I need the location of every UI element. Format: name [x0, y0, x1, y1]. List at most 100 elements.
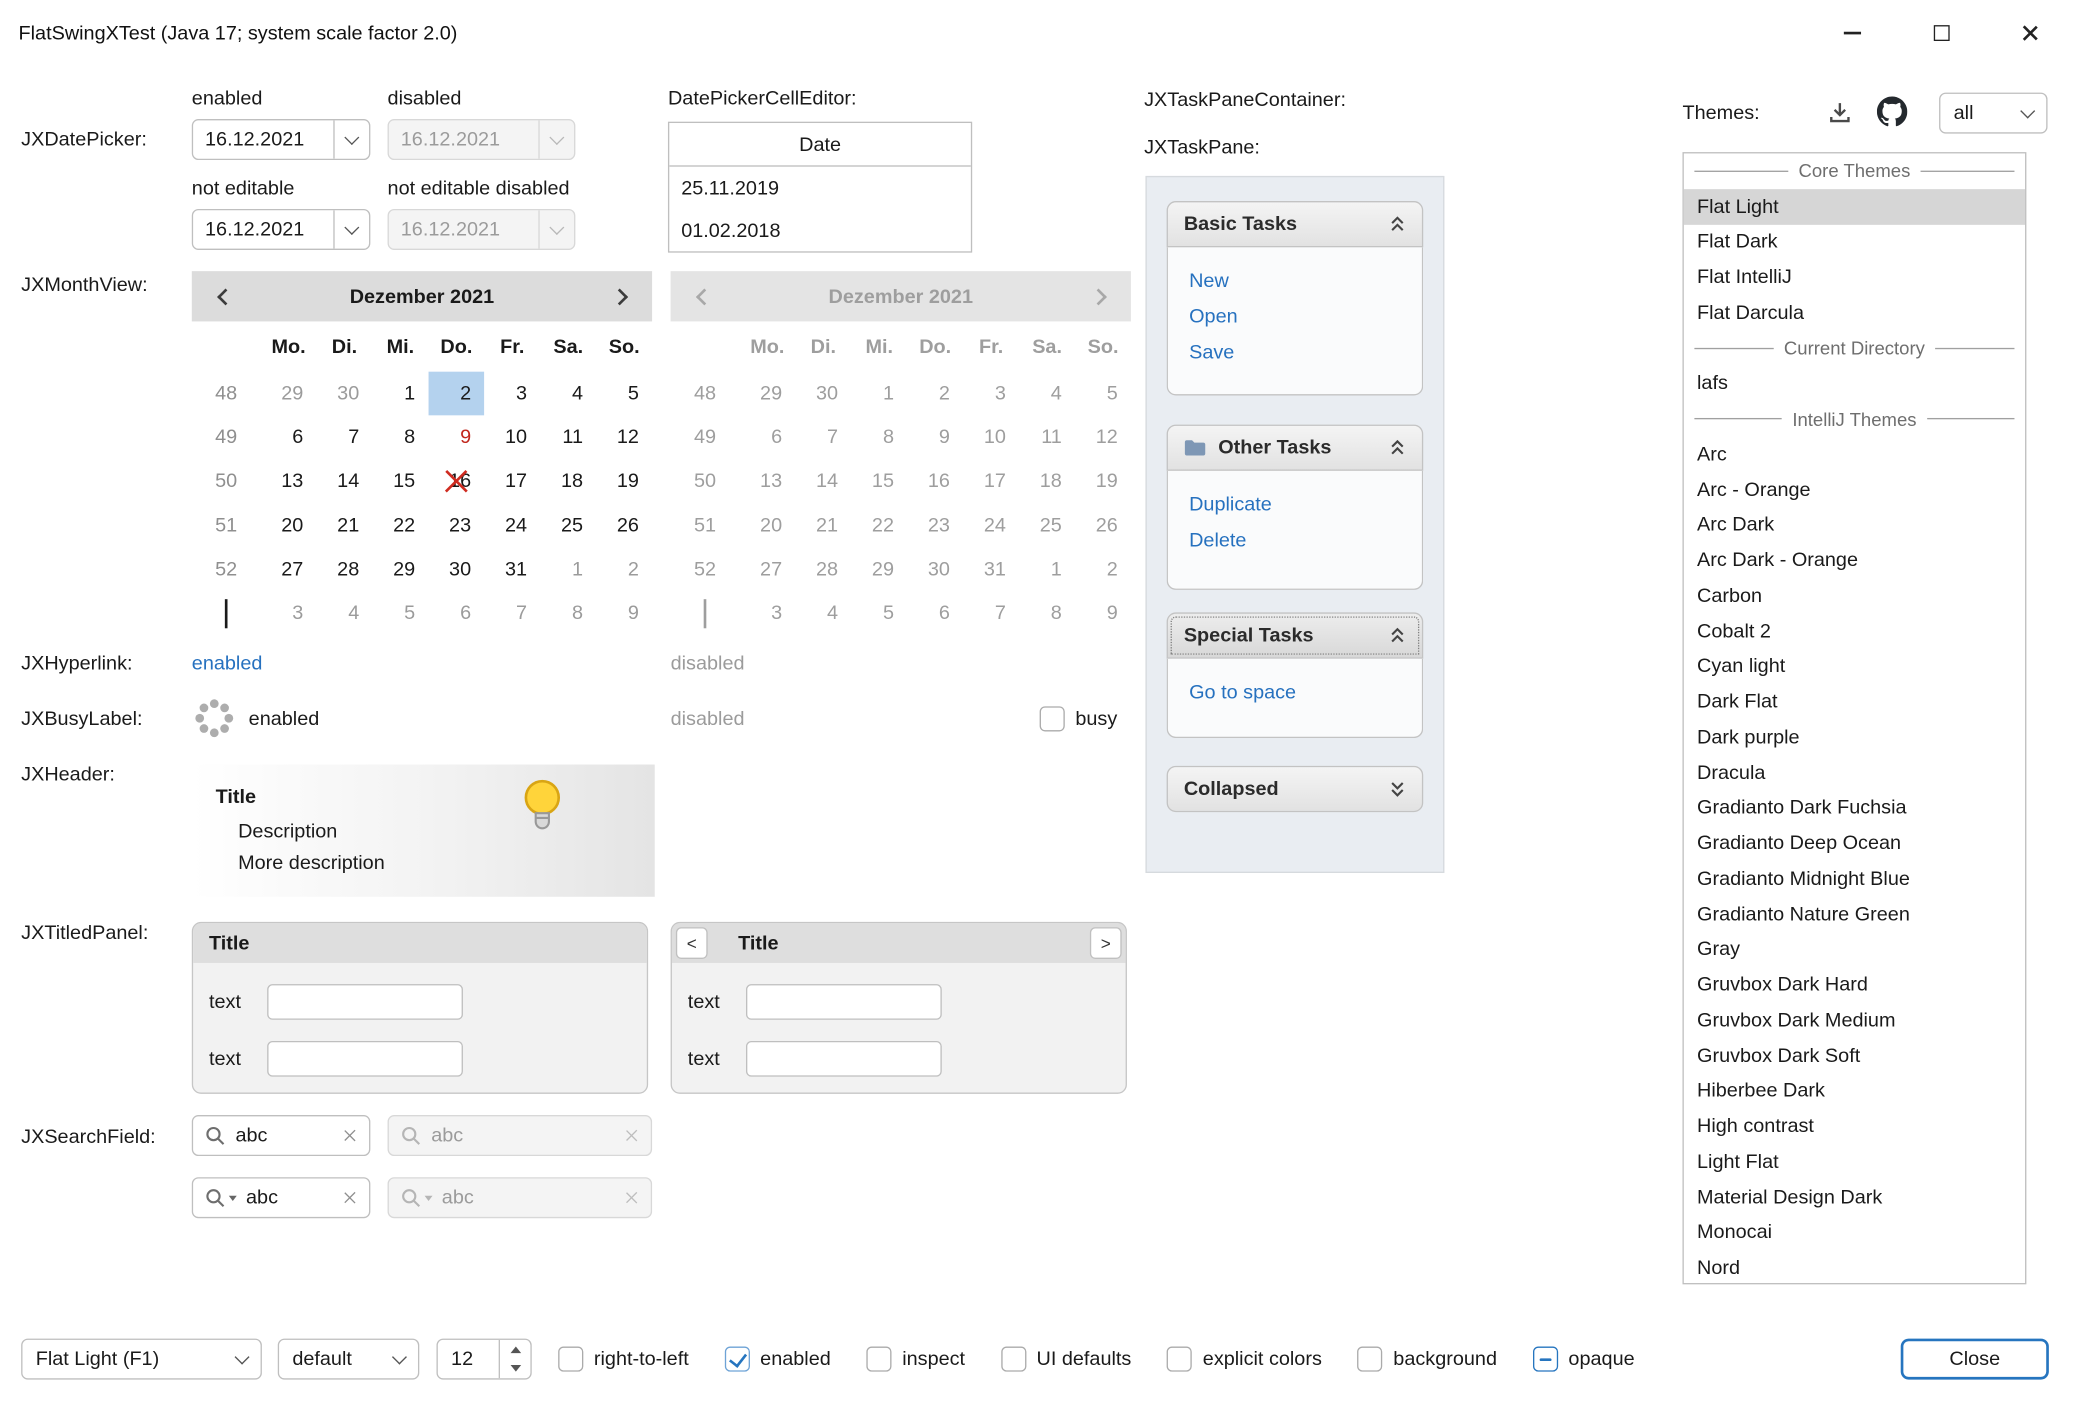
checkbox-box[interactable]: [1533, 1347, 1558, 1372]
monthview-day[interactable]: 5: [851, 591, 907, 635]
monthview-day[interactable]: 7: [484, 591, 540, 635]
monthview-day[interactable]: 22: [851, 503, 907, 547]
theme-item-gruvbox-dark-soft[interactable]: Gruvbox Dark Soft: [1684, 1038, 2025, 1073]
checkbox-explicit-colors[interactable]: explicit colors: [1167, 1347, 1322, 1372]
monthview-day[interactable]: 1: [540, 547, 596, 591]
monthview-day[interactable]: 30: [795, 372, 851, 416]
monthview-day[interactable]: 12: [596, 416, 652, 460]
monthview-day[interactable]: 26: [1075, 503, 1131, 547]
text-field[interactable]: [267, 984, 463, 1020]
clear-icon[interactable]: [343, 1128, 358, 1143]
datepicker-value[interactable]: 16.12.2021: [193, 128, 333, 150]
scroll-left-button[interactable]: <: [676, 927, 708, 959]
chevron-double-up-icon[interactable]: [1389, 627, 1406, 644]
theme-item-gradianto-dark-fuchsia[interactable]: Gradianto Dark Fuchsia: [1684, 790, 2025, 825]
theme-item-cobalt-2[interactable]: Cobalt 2: [1684, 613, 2025, 648]
taskpane-header-special-tasks[interactable]: Special Tasks: [1167, 612, 1424, 658]
monthview-day[interactable]: 1: [1019, 547, 1075, 591]
theme-item-flat-dark[interactable]: Flat Dark: [1684, 224, 2025, 259]
monthview-day[interactable]: 8: [851, 416, 907, 460]
table-column-header-date[interactable]: Date: [669, 123, 971, 167]
monthview-day[interactable]: 30: [317, 372, 373, 416]
monthview-day[interactable]: 2: [596, 547, 652, 591]
theme-item-dark-flat[interactable]: Dark Flat: [1684, 684, 2025, 719]
search-field-enabled[interactable]: abc: [192, 1115, 371, 1156]
monthview-day[interactable]: 18: [540, 459, 596, 503]
monthview-day[interactable]: 21: [317, 503, 373, 547]
monthview-day[interactable]: 8: [540, 591, 596, 635]
monthview-day[interactable]: 18: [1019, 459, 1075, 503]
monthview-day[interactable]: 6: [907, 591, 963, 635]
themes-filter-combo[interactable]: all: [1939, 93, 2047, 134]
theme-item-lafs[interactable]: lafs: [1684, 366, 2025, 401]
checkbox-opaque[interactable]: opaque: [1533, 1347, 1635, 1372]
table-row-date[interactable]: 01.02.2018: [669, 209, 971, 251]
monthview-day[interactable]: 29: [851, 547, 907, 591]
close-button[interactable]: Close: [1901, 1339, 2049, 1380]
monthview-day[interactable]: 5: [1075, 372, 1131, 416]
checkbox-box[interactable]: [1358, 1347, 1383, 1372]
theme-item-material-design-dark[interactable]: Material Design Dark: [1684, 1180, 2025, 1215]
hyperlink-enabled[interactable]: enabled: [192, 652, 263, 676]
checkbox-right-to-left[interactable]: right-to-left: [558, 1347, 689, 1372]
monthview-day[interactable]: 10: [963, 416, 1019, 460]
monthview-day[interactable]: 16: [428, 459, 484, 503]
github-icon[interactable]: [1874, 94, 1908, 128]
next-month-button[interactable]: [607, 284, 631, 308]
theme-item-gradianto-nature-green[interactable]: Gradianto Nature Green: [1684, 896, 2025, 931]
monthview-day[interactable]: 20: [261, 503, 317, 547]
theme-item-gradianto-midnight-blue[interactable]: Gradianto Midnight Blue: [1684, 861, 2025, 896]
theme-item-light-flat[interactable]: Light Flat: [1684, 1144, 2025, 1179]
search-input[interactable]: abc: [246, 1186, 333, 1208]
clear-icon[interactable]: [343, 1190, 358, 1205]
checkbox-inspect[interactable]: inspect: [866, 1347, 965, 1372]
datepicker-dropdown-button[interactable]: [333, 210, 369, 248]
checkbox-box[interactable]: [1167, 1347, 1192, 1372]
datepicker-not-editable[interactable]: 16.12.2021: [192, 209, 371, 250]
monthview-day[interactable]: 11: [540, 416, 596, 460]
text-field[interactable]: [267, 1041, 463, 1077]
monthview-day[interactable]: 19: [1075, 459, 1131, 503]
checkbox-box[interactable]: [1040, 706, 1065, 731]
search-dropdown-icon[interactable]: [205, 1187, 237, 1208]
monthview-day[interactable]: 24: [484, 503, 540, 547]
monthview-day[interactable]: 4: [795, 591, 851, 635]
checkbox-box[interactable]: [866, 1347, 891, 1372]
chevron-double-up-icon[interactable]: [1389, 439, 1406, 456]
monthview-day[interactable]: 27: [261, 547, 317, 591]
theme-item-gruvbox-dark-medium[interactable]: Gruvbox Dark Medium: [1684, 1003, 2025, 1038]
theme-item-hiberbee-dark[interactable]: Hiberbee Dark: [1684, 1073, 2025, 1108]
monthview-day[interactable]: 10: [484, 416, 540, 460]
theme-item-nord[interactable]: Nord: [1684, 1250, 2025, 1284]
monthview-day[interactable]: 8: [1019, 591, 1075, 635]
monthview-day[interactable]: 29: [372, 547, 428, 591]
monthview-day[interactable]: 14: [795, 459, 851, 503]
monthview-day[interactable]: 26: [596, 503, 652, 547]
laf-combo[interactable]: Flat Light (F1): [21, 1339, 262, 1380]
monthview-day[interactable]: 6: [261, 416, 317, 460]
monthview-day[interactable]: 5: [372, 591, 428, 635]
task-link-save[interactable]: Save: [1189, 335, 1401, 371]
chevron-double-up-icon[interactable]: [1389, 216, 1406, 233]
monthview-day[interactable]: 2: [428, 372, 484, 416]
theme-item-carbon[interactable]: Carbon: [1684, 578, 2025, 613]
monthview-day[interactable]: 25: [540, 503, 596, 547]
monthview-day[interactable]: 23: [428, 503, 484, 547]
monthview-day[interactable]: 15: [372, 459, 428, 503]
theme-item-gruvbox-dark-hard[interactable]: Gruvbox Dark Hard: [1684, 967, 2025, 1002]
checkbox-ui-defaults[interactable]: UI defaults: [1001, 1347, 1132, 1372]
theme-item-arc-dark-orange[interactable]: Arc Dark - Orange: [1684, 543, 2025, 578]
monthview-day[interactable]: 7: [795, 416, 851, 460]
monthview-day[interactable]: 11: [1019, 416, 1075, 460]
monthview-day[interactable]: 22: [372, 503, 428, 547]
spinner-down-icon[interactable]: [500, 1359, 530, 1378]
monthview-day[interactable]: 29: [739, 372, 795, 416]
monthview-day[interactable]: 30: [907, 547, 963, 591]
monthview-day[interactable]: 6: [428, 591, 484, 635]
maximize-button[interactable]: [1897, 0, 1986, 66]
monthview-day[interactable]: 19: [596, 459, 652, 503]
monthview-day[interactable]: 9: [596, 591, 652, 635]
chevron-double-down-icon[interactable]: [1389, 780, 1406, 797]
monthview-day[interactable]: 16: [907, 459, 963, 503]
taskpane-header-other-tasks[interactable]: Other Tasks: [1167, 425, 1424, 471]
